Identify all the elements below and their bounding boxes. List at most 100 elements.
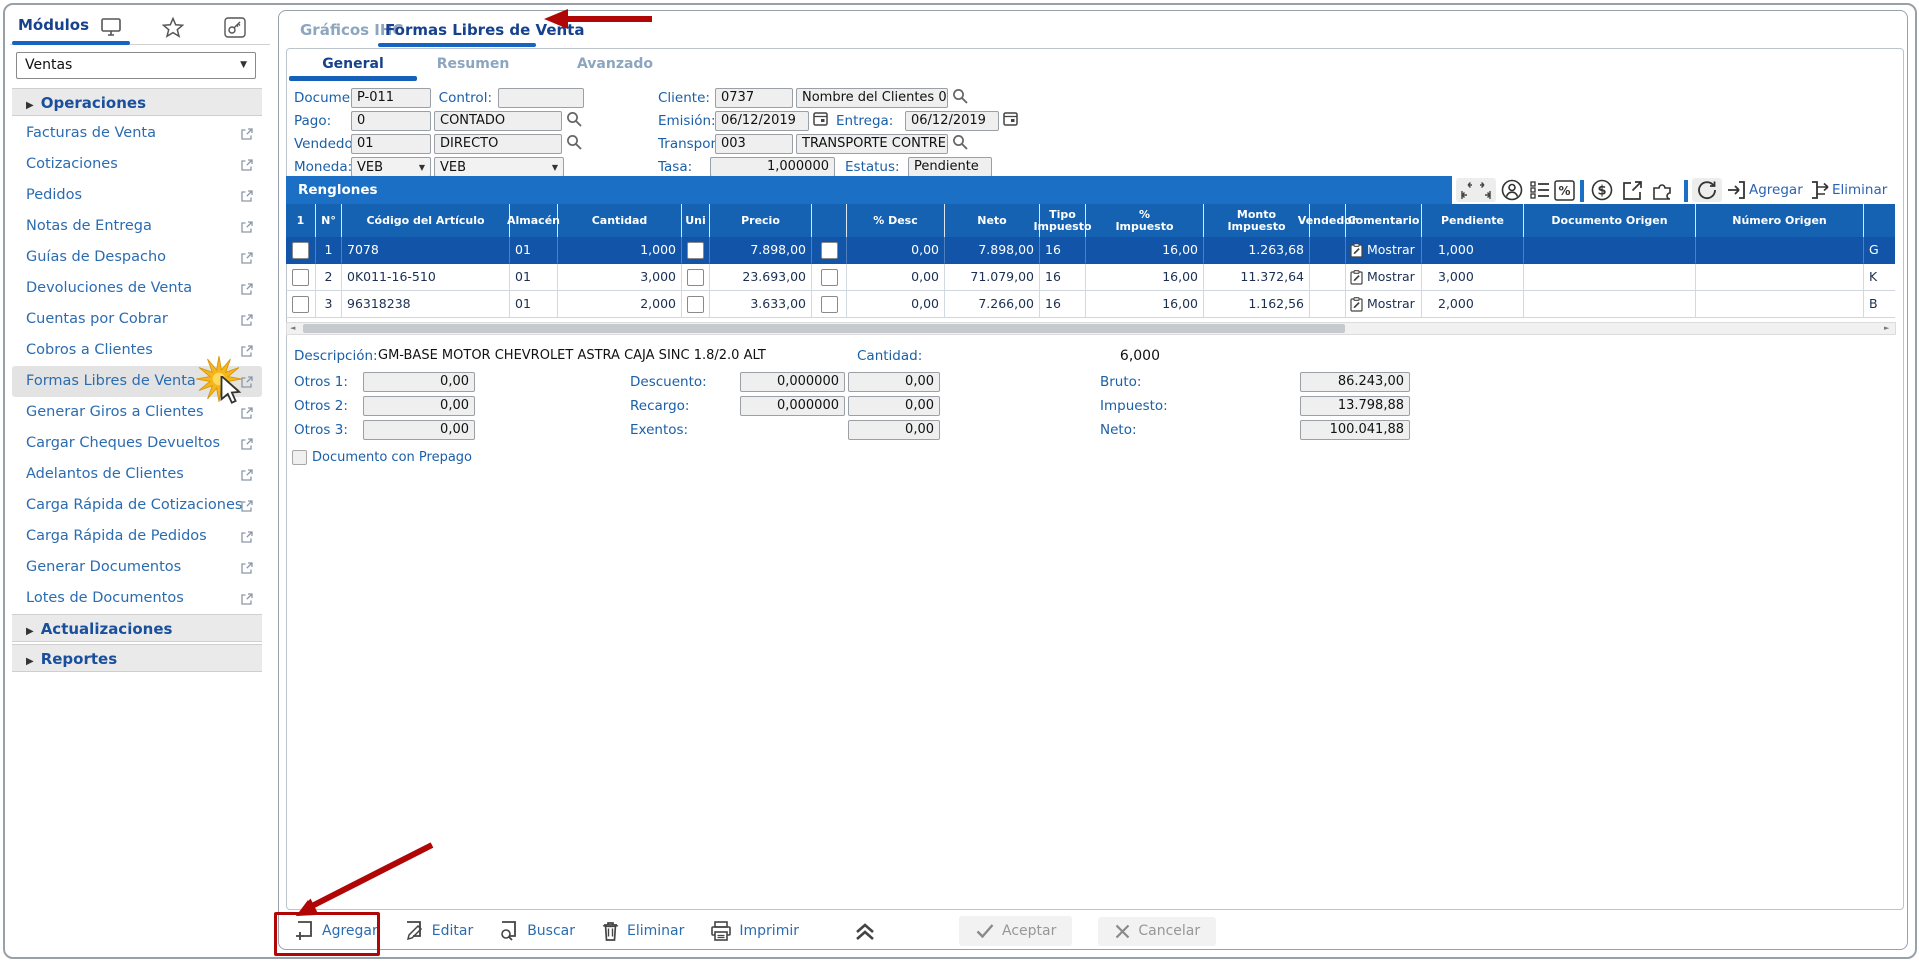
column-header-c-digo-del-art-culo[interactable]: Código del Artículo (342, 204, 510, 237)
otros3-field[interactable]: 0,00 (363, 420, 475, 440)
key-icon[interactable] (224, 17, 246, 37)
mostrar-link[interactable]: Mostrar (1367, 264, 1415, 290)
descuento-amount-field[interactable]: 0,00 (848, 372, 940, 392)
scroll-right-arrow[interactable]: ► (1884, 324, 1889, 333)
checkbox-cell[interactable] (812, 264, 847, 291)
column-header-tipo-impuesto[interactable]: Tipo Impuesto (1040, 204, 1086, 237)
module-select[interactable]: Ventas ▼ (16, 52, 256, 79)
row-checkbox[interactable] (292, 296, 309, 313)
user-icon[interactable] (1500, 178, 1524, 202)
footer-collapse-button[interactable] (853, 921, 877, 941)
footer-aceptar-button[interactable]: Aceptar (959, 916, 1072, 946)
star-icon[interactable] (162, 17, 184, 37)
recargo-amount-field[interactable]: 0,00 (848, 396, 940, 416)
moneda-select-1[interactable]: VEB▼ (351, 157, 431, 177)
moneda-select-2[interactable]: VEB▼ (434, 157, 564, 177)
sidebar-item-generar-documentos[interactable]: Generar Documentos (12, 552, 262, 583)
column-header-documento-origen[interactable]: Documento Origen (1524, 204, 1696, 237)
transporte-search-icon[interactable] (951, 133, 969, 151)
expand-columns-icon[interactable] (1456, 178, 1496, 202)
footer-eliminar-button[interactable]: Eliminar (601, 920, 684, 942)
table-row[interactable]: 17078011,0007.898,000,007.898,001616,001… (286, 237, 1895, 264)
cliente-code-field[interactable]: 0737 (715, 88, 793, 108)
sidebar-item-cargar-cheques-devueltos[interactable]: Cargar Cheques Devueltos (12, 428, 262, 459)
sidebar-item-notas-de-entrega[interactable]: Notas de Entrega (12, 211, 262, 242)
remove-row-icon[interactable] (1808, 178, 1830, 202)
column-header-1[interactable]: 1 (286, 204, 316, 237)
comentario-cell[interactable]: Mostrar (1346, 291, 1422, 318)
otros2-field[interactable]: 0,00 (363, 396, 475, 416)
entrega-field[interactable]: 06/12/2019 (905, 111, 999, 131)
mostrar-link[interactable]: Mostrar (1367, 237, 1415, 263)
descuento-rate-field[interactable]: 0,000000 (740, 372, 845, 392)
checkbox-cell[interactable] (682, 264, 710, 291)
currency-icon[interactable]: $ (1590, 178, 1614, 202)
footer-editar-button[interactable]: Editar (404, 920, 473, 942)
column-header-18[interactable] (1864, 204, 1895, 237)
otros1-field[interactable]: 0,00 (363, 372, 475, 392)
row-checkbox[interactable] (821, 296, 838, 313)
transporte-code-field[interactable]: 003 (715, 134, 793, 154)
row-checkbox[interactable] (292, 269, 309, 286)
column-header-%-impuesto[interactable]: % Impuesto (1086, 204, 1204, 237)
recargo-rate-field[interactable]: 0,000000 (740, 396, 845, 416)
sidebar-item-carga-r-pida-de-pedidos[interactable]: Carga Rápida de Pedidos (12, 521, 262, 552)
column-header-pendiente[interactable]: Pendiente (1422, 204, 1524, 237)
row-checkbox[interactable] (821, 242, 838, 259)
subtab-resumen[interactable]: Resumen (408, 56, 538, 72)
plugin-icon[interactable] (1650, 178, 1677, 202)
add-row-icon[interactable] (1726, 178, 1748, 202)
checkbox-cell[interactable] (812, 291, 847, 318)
column-header-n-mero-origen[interactable]: Número Origen (1696, 204, 1864, 237)
column-header-cantidad[interactable]: Cantidad (558, 204, 682, 237)
footer-cancelar-button[interactable]: Cancelar (1098, 917, 1216, 946)
sidebar-item-facturas-de-venta[interactable]: Facturas de Venta (12, 118, 262, 149)
row-checkbox[interactable] (821, 269, 838, 286)
vendedor-search-icon[interactable] (565, 133, 583, 151)
control-field[interactable] (498, 88, 584, 108)
scroll-left-arrow[interactable]: ◄ (290, 324, 295, 333)
tab-modulos[interactable]: Módulos (18, 16, 89, 34)
column-header-7[interactable] (812, 204, 847, 237)
column-header-almac-n[interactable]: Almacén (510, 204, 558, 237)
column-header-comentario[interactable]: Comentario (1346, 204, 1422, 237)
footer-agregar-button[interactable]: Agregar (294, 920, 378, 942)
footer-buscar-button[interactable]: Buscar (499, 920, 575, 942)
checkbox-cell[interactable] (812, 237, 847, 264)
sidebar-item-lotes-de-documentos[interactable]: Lotes de Documentos (12, 583, 262, 614)
column-header-monto-impuesto[interactable]: Monto Impuesto (1204, 204, 1310, 237)
checkbox-cell[interactable] (286, 291, 316, 318)
open-external-icon[interactable] (1621, 178, 1644, 202)
cliente-search-icon[interactable] (951, 87, 969, 105)
comentario-cell[interactable]: Mostrar (1346, 264, 1422, 291)
row-checkbox[interactable] (292, 242, 309, 259)
sidebar-item-devoluciones-de-venta[interactable]: Devoluciones de Venta (12, 273, 262, 304)
table-row[interactable]: 20K011-16-510013,00023.693,000,0071.079,… (286, 264, 1895, 291)
sidebar-section-actualizaciones[interactable]: ▶Actualizaciones (12, 614, 262, 642)
tab-formas-libres-de-venta[interactable]: Formas Libres de Venta (385, 21, 584, 39)
list-icon[interactable] (1528, 178, 1552, 202)
renglones-eliminar-button[interactable]: Eliminar (1832, 178, 1887, 202)
refresh-icon[interactable] (1692, 178, 1722, 202)
mostrar-link[interactable]: Mostrar (1367, 291, 1415, 317)
sidebar-item-cotizaciones[interactable]: Cotizaciones (12, 149, 262, 180)
monitor-icon[interactable] (100, 17, 122, 37)
column-header-n°[interactable]: N° (316, 204, 342, 237)
scrollbar-thumb[interactable] (303, 324, 1345, 333)
row-checkbox[interactable] (687, 296, 704, 313)
sidebar-item-gu-as-de-despacho[interactable]: Guías de Despacho (12, 242, 262, 273)
pago-name-field[interactable]: CONTADO (434, 111, 562, 131)
sidebar-section-reportes[interactable]: ▶Reportes (12, 644, 262, 672)
row-checkbox[interactable] (687, 269, 704, 286)
checkbox-cell[interactable] (286, 264, 316, 291)
prepago-checkbox[interactable] (292, 450, 307, 465)
column-header-uni[interactable]: Uni (682, 204, 710, 237)
sidebar-item-carga-r-pida-de-cotizaciones[interactable]: Carga Rápida de Cotizaciones (12, 490, 262, 521)
emision-calendar-icon[interactable] (812, 110, 829, 127)
vendedor-name-field[interactable]: DIRECTO (434, 134, 562, 154)
column-header-%-desc[interactable]: % Desc (847, 204, 945, 237)
exentos-field[interactable]: 0,00 (848, 420, 940, 440)
subtab-general[interactable]: General (288, 56, 418, 72)
column-header-precio[interactable]: Precio (710, 204, 812, 237)
documento-field[interactable]: P-011 (351, 88, 431, 108)
